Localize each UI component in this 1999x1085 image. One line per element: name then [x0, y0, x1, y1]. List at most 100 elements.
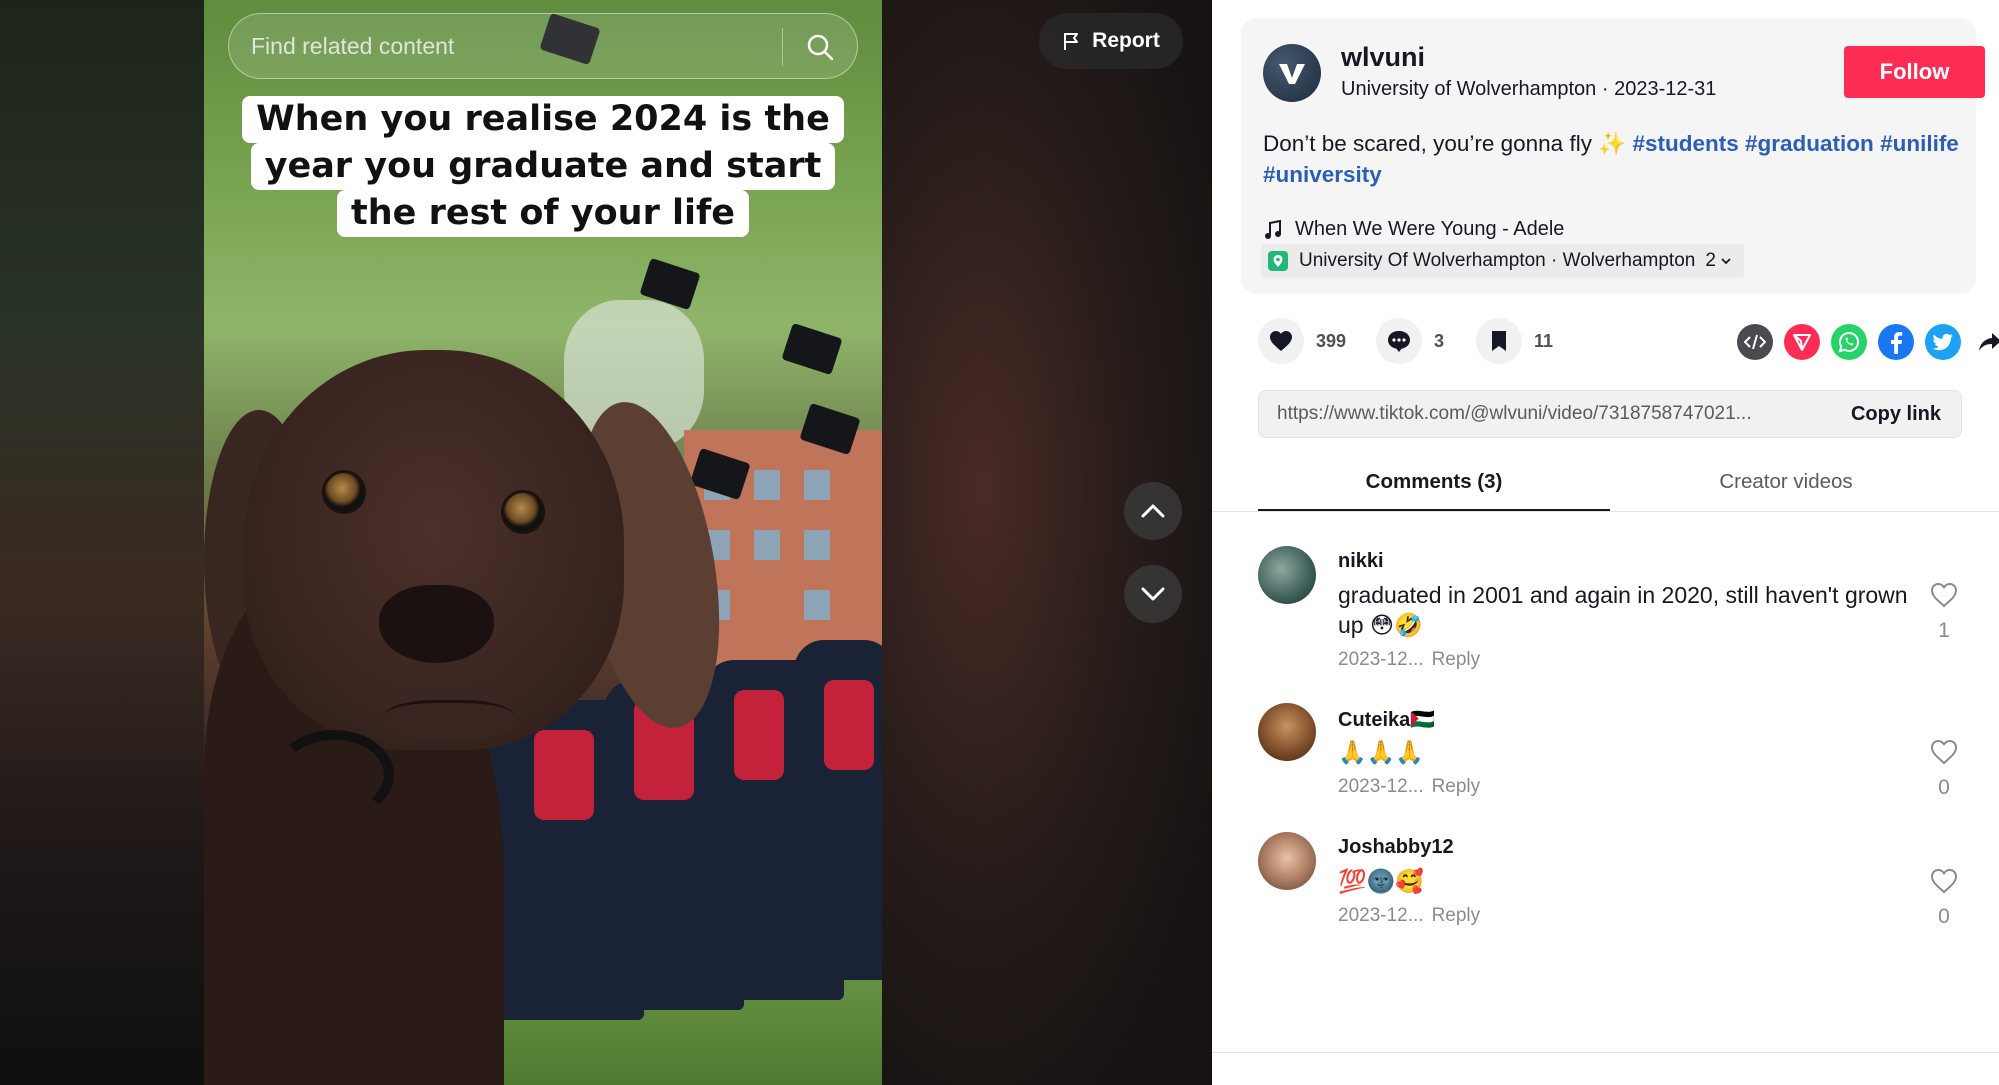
- facebook-icon: [1891, 332, 1903, 354]
- author-display-name[interactable]: University of Wolverhampton: [1341, 78, 1596, 100]
- report-button[interactable]: Report: [1039, 13, 1183, 69]
- sparkle-emoji: ✨: [1598, 131, 1627, 156]
- video-player[interactable]: When you realise 2024 is the year you gr…: [204, 0, 882, 1085]
- bookmark-icon: [1492, 331, 1506, 351]
- commenter-avatar[interactable]: [1258, 703, 1316, 761]
- comment-text: 💯🌚🥰: [1338, 868, 1424, 894]
- commenter-avatar[interactable]: [1258, 832, 1316, 890]
- search-icon: [807, 34, 834, 61]
- dog-nose: [379, 585, 494, 663]
- comment-count: 3: [1434, 330, 1445, 351]
- reply-button[interactable]: Reply: [1432, 649, 1481, 670]
- comment-bubble-icon: [1388, 331, 1410, 352]
- author-avatar[interactable]: [1263, 44, 1321, 102]
- copy-link-row: https://www.tiktok.com/@wlvuni/video/731…: [1258, 390, 1962, 438]
- video-blur-right: [882, 0, 1212, 1085]
- location-tag[interactable]: University Of Wolverhampton · Wolverhamp…: [1261, 244, 1744, 278]
- music-title: When We Were Young - Adele: [1295, 218, 1565, 240]
- comment-input-divider: [1212, 1052, 1999, 1053]
- commenter-avatar[interactable]: [1258, 546, 1316, 604]
- graduation-cap: [781, 322, 843, 376]
- hashtag-link[interactable]: #graduation: [1745, 131, 1874, 156]
- like-action[interactable]: 399: [1258, 318, 1346, 364]
- location-extra-count: 2: [1705, 250, 1716, 271]
- music-row[interactable]: When We Were Young - Adele: [1263, 218, 1564, 241]
- search-divider: [782, 28, 783, 66]
- save-button[interactable]: [1476, 318, 1522, 364]
- description-text: Don’t be scared, you’re gonna fly: [1263, 131, 1599, 156]
- save-action[interactable]: 11: [1476, 318, 1553, 364]
- commenter-username[interactable]: Joshabby12: [1338, 836, 1454, 859]
- dog-collar: [274, 730, 394, 820]
- hashtag-link[interactable]: #unilife: [1880, 131, 1959, 156]
- comment-like[interactable]: 0: [1926, 739, 1962, 800]
- location-pin-icon: [1268, 251, 1288, 271]
- heart-outline-icon: [1930, 739, 1958, 765]
- tab-creator-videos[interactable]: Creator videos: [1610, 460, 1962, 512]
- report-label: Report: [1092, 29, 1160, 52]
- comment-like[interactable]: 0: [1926, 868, 1962, 929]
- caption-line: When you realise 2024 is the: [242, 96, 844, 143]
- commenter-username[interactable]: nikki: [1338, 550, 1384, 573]
- hashtag-link[interactable]: #students: [1632, 131, 1738, 156]
- comment-action[interactable]: 3: [1376, 318, 1444, 364]
- send-icon: [1793, 334, 1811, 351]
- comment-like-count: 0: [1938, 776, 1950, 799]
- dog-head: [244, 350, 624, 750]
- hashtag-link[interactable]: #university: [1263, 162, 1382, 187]
- search-box: [228, 13, 858, 79]
- previous-video-button[interactable]: [1124, 482, 1182, 540]
- commenter-username[interactable]: Cuteika🇵🇸: [1338, 707, 1435, 732]
- chevron-up-icon: [1141, 504, 1165, 518]
- search-button[interactable]: [797, 24, 843, 70]
- location-name: University Of Wolverhampton · Wolverhamp…: [1299, 250, 1696, 271]
- comment-date: 2023-12...: [1338, 649, 1424, 670]
- comment-text: 🙏🙏🙏: [1338, 739, 1424, 765]
- reply-button[interactable]: Reply: [1432, 905, 1481, 926]
- dog-eye: [501, 490, 545, 534]
- follow-button[interactable]: Follow: [1844, 46, 1985, 98]
- comment-like-count: 1: [1938, 619, 1950, 642]
- comment-text: graduated in 2001 and again in 2020, sti…: [1338, 582, 1908, 638]
- comment-tabs: Comments (3) Creator videos: [1258, 460, 1962, 512]
- twitter-icon: [1932, 333, 1953, 351]
- like-button[interactable]: [1258, 318, 1304, 364]
- author-username[interactable]: wlvuni: [1341, 42, 1425, 73]
- video-link-url[interactable]: https://www.tiktok.com/@wlvuni/video/731…: [1277, 403, 1822, 425]
- tab-comments[interactable]: Comments (3): [1258, 460, 1610, 512]
- comment-like[interactable]: 1: [1926, 582, 1962, 643]
- comment-item: Joshabby12 💯🌚🥰 2023-12... Reply 0: [1258, 832, 1962, 942]
- copy-link-button[interactable]: Copy link: [1829, 391, 1963, 437]
- more-share-button[interactable]: [1972, 324, 1999, 360]
- university-logo-icon: [1279, 64, 1305, 84]
- reply-button[interactable]: Reply: [1432, 776, 1481, 797]
- like-count: 399: [1316, 330, 1347, 351]
- comment-meta: 2023-12... Reply: [1338, 649, 1480, 671]
- whatsapp-share-button[interactable]: [1831, 324, 1867, 360]
- facebook-share-button[interactable]: [1878, 324, 1914, 360]
- next-video-button[interactable]: [1124, 565, 1182, 623]
- save-count: 11: [1534, 330, 1554, 351]
- share-arrow-icon: [1979, 333, 1999, 351]
- twitter-share-button[interactable]: [1925, 324, 1961, 360]
- comment-item: Cuteika🇵🇸 🙏🙏🙏 2023-12... Reply 0: [1258, 703, 1962, 813]
- heart-outline-icon: [1930, 868, 1958, 894]
- meta-separator: ·: [1596, 78, 1615, 100]
- music-note-icon: [1265, 219, 1281, 239]
- comment-button[interactable]: [1376, 318, 1422, 364]
- post-date: 2023-12-31: [1614, 78, 1717, 100]
- side-panel: wlvuni University of Wolverhampton · 202…: [1212, 0, 1999, 1085]
- send-to-friends-button[interactable]: [1784, 324, 1820, 360]
- video-area: When you realise 2024 is the year you gr…: [0, 0, 1212, 1085]
- heart-icon: [1270, 331, 1292, 351]
- dog-mouth: [384, 700, 514, 740]
- chevron-down-icon: [1141, 587, 1165, 601]
- comment-like-count: 0: [1938, 905, 1950, 928]
- actions-row: 399 3 11: [1258, 318, 1999, 366]
- embed-button[interactable]: [1737, 324, 1773, 360]
- video-info-card: wlvuni University of Wolverhampton · 202…: [1241, 18, 1985, 294]
- caption-line: the rest of your life: [337, 190, 749, 237]
- search-input[interactable]: [251, 14, 771, 78]
- comment-meta: 2023-12... Reply: [1338, 776, 1480, 798]
- comment-item: nikki graduated in 2001 and again in 202…: [1258, 546, 1962, 676]
